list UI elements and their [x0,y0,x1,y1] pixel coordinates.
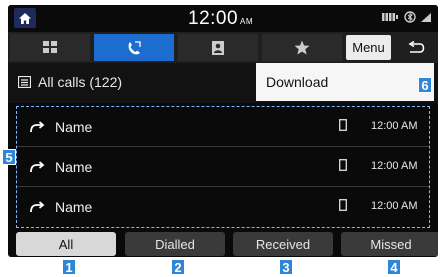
status-icons [382,11,432,23]
back-button[interactable] [396,34,436,61]
filter-all-button[interactable]: All [16,232,116,256]
call-name: Name [55,159,93,175]
filter-bar: All Dialled Received Missed [8,232,438,257]
header-row: All calls (122) Download [8,63,438,103]
call-list[interactable]: Name 12:00 AM Name 12:00 AM Name 12:00 A… [16,106,430,228]
back-arrow-icon [408,40,425,53]
contacts-icon [212,40,224,55]
callout-marker-4: 4 [387,259,401,275]
callout-marker-3: 3 [279,259,293,275]
menu-button[interactable]: Menu [346,35,391,60]
home-icon [19,12,31,24]
phone-recent-icon [128,40,141,54]
tab-keypad[interactable] [10,34,90,61]
call-row[interactable]: Name 12:00 AM [17,187,429,227]
infotainment-display: 12:00 AM Menu All calls (122) Download N… [8,5,438,257]
tab-contacts[interactable] [178,34,258,61]
list-icon [18,76,31,88]
outgoing-call-icon [30,121,45,133]
clock: 12:00 AM [188,8,253,30]
download-button[interactable]: Download [256,63,434,101]
filter-received-button[interactable]: Received [233,232,333,256]
clock-ampm: AM [240,17,254,26]
bluetooth-icon [404,11,416,23]
mobile-phone-icon [339,159,347,171]
call-time: 12:00 AM [371,160,418,172]
filter-dialled-button[interactable]: Dialled [125,232,225,256]
clock-time: 12:00 [188,8,239,29]
tab-recent-calls[interactable] [94,34,174,61]
keypad-icon [43,41,57,53]
signal-icon [421,12,431,22]
call-time: 12:00 AM [371,120,418,132]
call-row[interactable]: Name 12:00 AM [17,147,429,187]
all-calls-title: All calls (122) [38,74,123,90]
tab-favorites[interactable] [262,34,342,61]
outgoing-call-icon [30,161,45,173]
call-name: Name [55,119,93,135]
mobile-phone-icon [339,199,347,211]
favorites-star-icon [294,40,310,55]
callout-marker-2: 2 [171,259,185,275]
battery-icon [382,13,398,21]
outgoing-call-icon [30,201,45,213]
call-name: Name [55,199,93,215]
tab-bar: Menu [8,32,438,63]
filter-missed-button[interactable]: Missed [341,232,438,256]
home-button[interactable] [14,8,36,28]
screen: 12:00 AM Menu All calls (122) Download N… [0,0,443,277]
callout-marker-6: 6 [418,77,432,93]
callout-marker-1: 1 [62,259,76,275]
call-row[interactable]: Name 12:00 AM [17,107,429,147]
mobile-phone-icon [339,119,347,131]
call-time: 12:00 AM [371,200,418,212]
status-bar: 12:00 AM [8,5,438,32]
callout-marker-5: 5 [2,149,16,165]
